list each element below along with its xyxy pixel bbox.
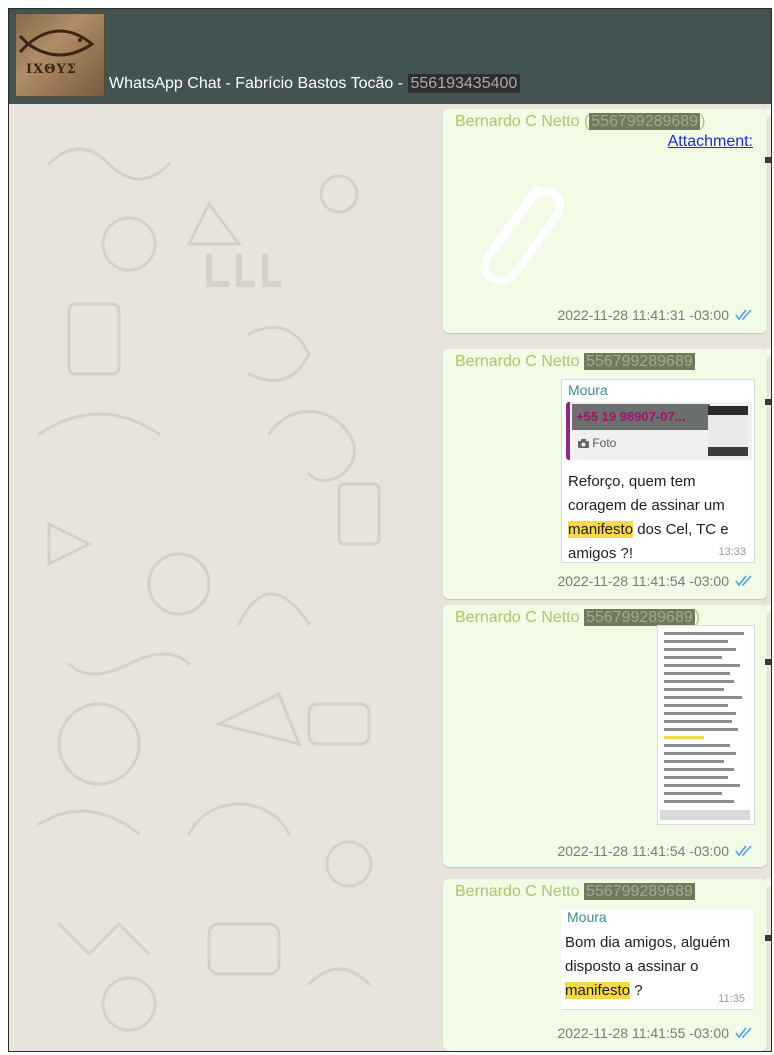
sender-phone: 556799289689 — [589, 113, 701, 130]
double-check-icon — [735, 845, 752, 857]
message-bubble[interactable]: Bernardo C Netto 556799289689 Moura +55 … — [443, 349, 771, 599]
message-bubble[interactable]: Bernardo C Netto 556799289689 Moura Bom … — [443, 879, 771, 1051]
forwarded-screenshot[interactable]: Moura +55 19 98907-07... Foto Reforço, q… — [561, 379, 755, 563]
quoted-highlight: manifesto — [565, 982, 631, 999]
double-check-icon — [735, 1027, 752, 1039]
bubble-tail — [766, 605, 771, 615]
reply-thumbnail — [708, 406, 748, 456]
quoted-text-after: ? — [630, 982, 643, 999]
reply-phone: +55 19 98907-07... — [572, 404, 710, 430]
forwarded-screenshot[interactable]: Moura Bom dia amigos, alguém disposto a … — [561, 909, 753, 1010]
paperclip-icon[interactable] — [459, 167, 569, 287]
quoted-author: Moura — [568, 382, 608, 398]
reply-type-label: Foto — [592, 436, 617, 450]
message-timestamp: 2022-11-28 11:41:31 -03:00 — [557, 307, 729, 323]
reply-type: Foto — [578, 436, 616, 450]
edge-mark — [765, 157, 771, 163]
double-check-icon — [735, 309, 752, 321]
message-bubble[interactable]: Bernardo C Netto (556799289689) Attachme… — [443, 109, 771, 333]
logo-text: IXΘYΣ — [26, 62, 77, 77]
sender-phone: 556799289689 — [583, 883, 695, 900]
quoted-text-before: Reforço, quem tem coragem de assinar um — [568, 473, 725, 514]
sender-name: Bernardo C Netto — [455, 113, 580, 130]
quoted-author: Moura — [567, 909, 607, 925]
message-timestamp: 2022-11-28 11:41:54 -03:00 — [557, 573, 729, 589]
group-avatar[interactable]: IXΘYΣ — [15, 13, 105, 97]
edge-mark — [765, 659, 771, 665]
chat-title: WhatsApp Chat - Fabrício Bastos Tocão - … — [109, 74, 521, 93]
edge-mark — [765, 399, 771, 405]
reply-preview: +55 19 98907-07... Foto — [566, 402, 752, 460]
sender-name: Bernardo C Netto — [455, 609, 580, 626]
sender-phone: 556799289689 — [583, 353, 695, 370]
message-timestamp: 2022-11-28 11:41:54 -03:00 — [557, 843, 729, 859]
bubble-tail — [766, 349, 771, 359]
fish-logo-icon — [18, 29, 95, 57]
chat-phone: 556193435400 — [407, 74, 521, 93]
chat-title-text: WhatsApp Chat - Fabrício Bastos Tocão - — [109, 75, 408, 92]
forwarded-screenshot[interactable] — [657, 625, 755, 825]
sender-name: Bernardo C Netto — [455, 883, 580, 900]
message-bubble[interactable]: Bernardo C Netto 556799289689) 2022-11-2… — [443, 605, 771, 867]
edge-mark — [765, 935, 771, 941]
sender-name: Bernardo C Netto — [455, 353, 580, 370]
sender-phone: 556799289689 — [583, 609, 695, 626]
chat-window: IXΘYΣ WhatsApp Chat - Fabrício Bastos To… — [8, 8, 772, 1052]
double-check-icon — [735, 575, 752, 587]
camera-icon — [578, 439, 589, 448]
message-sender: Bernardo C Netto (556799289689) — [455, 113, 706, 130]
bubble-tail — [766, 109, 771, 119]
message-sender: Bernardo C Netto 556799289689 — [455, 353, 695, 371]
chat-header: IXΘYΣ WhatsApp Chat - Fabrício Bastos To… — [9, 9, 771, 104]
message-timestamp: 2022-11-28 11:41:55 -03:00 — [557, 1025, 729, 1041]
quoted-highlight: manifesto — [568, 521, 634, 538]
quoted-text-before: Bom dia amigos, alguém disposto a assina… — [565, 934, 731, 975]
bubble-tail — [766, 879, 771, 889]
quoted-time: 11:35 — [718, 993, 745, 1005]
message-sender: Bernardo C Netto 556799289689 — [455, 883, 695, 901]
attachment-link[interactable]: Attachment: — [668, 133, 753, 151]
quoted-time: 13:33 — [718, 546, 746, 558]
